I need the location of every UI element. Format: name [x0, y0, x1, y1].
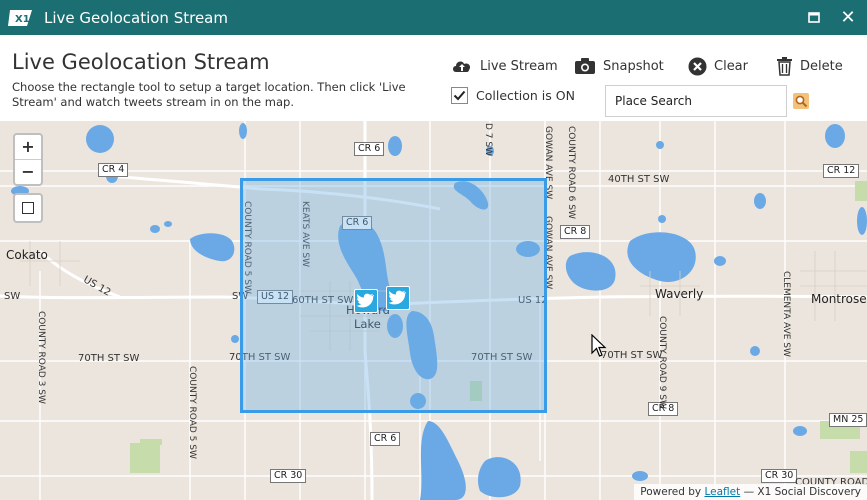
magnifier-icon[interactable] [793, 93, 809, 109]
twitter-bird-icon [389, 290, 406, 305]
street-label-county-road-3: COUNTY ROAD 3 SW [36, 311, 46, 404]
street-label-70th-left: 70TH ST SW [78, 353, 140, 364]
page-heading: Live Geolocation Stream [12, 50, 270, 74]
map-view[interactable]: CR 6 CR 4 CR 6 CR 8 CR 12 US 12 US 12 US… [0, 121, 867, 500]
road-label-cr30-left: CR 30 [270, 469, 307, 483]
snapshot-button[interactable]: Snapshot [574, 55, 664, 77]
collection-toggle[interactable]: Collection is ON [451, 87, 575, 104]
place-search-input[interactable] [605, 85, 787, 117]
street-label-d7: D 7 SW [483, 123, 493, 156]
road-label-mn25: MN 25 [829, 413, 867, 427]
tweet-marker-2[interactable] [386, 286, 410, 310]
street-label-sw-left: SW [4, 291, 21, 302]
window-title: Live Geolocation Stream [44, 9, 228, 27]
road-label-cr6: CR 6 [354, 142, 385, 156]
rectangle-icon [22, 202, 34, 214]
town-label-cokato: Cokato [6, 248, 48, 262]
road-label-cr6-bottom: CR 6 [370, 432, 401, 446]
header-panel: Live Geolocation Stream Choose the recta… [0, 35, 867, 122]
street-label-county-road-6: COUNTY ROAD 6 SW [566, 126, 576, 219]
town-label-montrose: Montrose [811, 292, 867, 306]
street-label-county-road-9: COUNTY ROAD 9 SW [657, 316, 667, 409]
maximize-icon[interactable] [804, 9, 824, 27]
clear-label: Clear [714, 58, 748, 74]
attribution-suffix: — X1 Social Discovery [743, 486, 861, 498]
collection-checkbox[interactable] [451, 87, 468, 104]
attribution-prefix: Powered by [640, 486, 702, 498]
mouse-cursor-icon [591, 334, 607, 357]
trash-icon [777, 57, 792, 76]
street-label-40th: 40TH ST SW [608, 174, 670, 185]
street-label-70th-far: 70TH ST SW [601, 350, 663, 361]
zoom-control: + − [13, 133, 43, 186]
road-label-cr8: CR 8 [560, 225, 591, 239]
x1-logo-icon: X1 [8, 10, 32, 26]
road-label-cr30-right: CR 30 [761, 469, 798, 483]
delete-label: Delete [800, 58, 843, 74]
rectangle-tool-button[interactable] [13, 193, 43, 223]
clear-button[interactable]: Clear [688, 55, 748, 77]
zoom-out-button[interactable]: − [15, 160, 41, 184]
cloud-upload-icon [453, 61, 471, 72]
close-icon[interactable]: ✕ [838, 8, 858, 28]
snapshot-label: Snapshot [603, 58, 664, 74]
zoom-in-button[interactable]: + [15, 135, 41, 160]
tweet-marker-1[interactable] [354, 289, 378, 313]
clear-circle-x-icon [688, 57, 707, 75]
map-attribution: Powered by Leaflet — X1 Social Discovery [634, 484, 867, 500]
road-label-cr4: CR 4 [98, 163, 129, 177]
camera-icon [575, 58, 595, 74]
street-label-county-road-5-lower: COUNTY ROAD 5 SW [187, 366, 197, 459]
street-label-clementa: CLEMENTA AVE SW [781, 271, 791, 357]
delete-button[interactable]: Delete [776, 55, 843, 77]
road-label-cr12: CR 12 [823, 164, 860, 178]
collection-label: Collection is ON [476, 88, 575, 103]
svg-text:X1: X1 [15, 14, 30, 25]
checkmark-icon [453, 90, 466, 101]
town-label-waverly: Waverly [655, 287, 704, 301]
page-description: Choose the rectangle tool to setup a tar… [12, 80, 406, 109]
leaflet-link[interactable]: Leaflet [704, 486, 740, 498]
live-stream-button[interactable]: Live Stream [451, 55, 558, 77]
live-stream-label: Live Stream [480, 58, 558, 74]
twitter-bird-icon [357, 293, 374, 308]
title-bar: X1 Live Geolocation Stream ✕ [0, 0, 867, 35]
